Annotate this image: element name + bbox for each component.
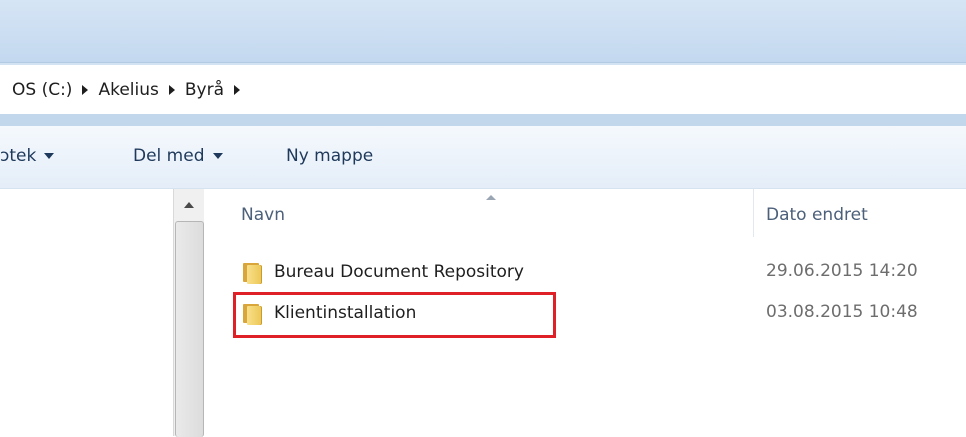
share-with-button[interactable]: Del med [133, 146, 223, 166]
column-header-name[interactable]: Navn [241, 205, 285, 225]
chevron-down-icon [212, 153, 223, 159]
column-header-date[interactable]: Dato endret [766, 205, 868, 225]
breadcrumb-arrow-icon[interactable] [168, 85, 175, 95]
navigation-pane [0, 189, 175, 436]
sort-ascending-icon [486, 195, 496, 200]
arrow-up-icon [184, 202, 194, 208]
breadcrumb-item-byra[interactable]: Byrå [185, 80, 230, 100]
file-name: Bureau Document Repository [274, 262, 524, 282]
breadcrumb[interactable]: OS (C:) Akelius Byrå [0, 65, 966, 116]
breadcrumb-arrow-icon[interactable] [234, 85, 240, 95]
window-title-bar [0, 0, 966, 62]
breadcrumb-item-drive[interactable]: OS (C:) [0, 80, 78, 100]
file-date: 29.06.2015 14:20 [766, 261, 918, 281]
new-folder-label: Ny mappe [286, 146, 374, 166]
folder-icon [240, 260, 264, 284]
file-date: 03.08.2015 10:48 [766, 302, 918, 322]
breadcrumb-item-akelius[interactable]: Akelius [98, 80, 164, 100]
breadcrumb-arrow-icon[interactable] [82, 85, 89, 95]
library-menu-label: ɔtek [0, 146, 37, 166]
library-menu-button[interactable]: ɔtek [0, 146, 55, 166]
command-toolbar: ɔtek Del med Ny mappe [0, 126, 966, 189]
address-toolbar-divider [0, 114, 966, 126]
new-folder-button[interactable]: Ny mappe [286, 146, 373, 166]
scroll-thumb[interactable] [175, 221, 204, 437]
chevron-down-icon [44, 153, 55, 159]
highlight-box [233, 292, 556, 338]
column-divider[interactable] [753, 189, 754, 237]
list-item[interactable]: Bureau Document Repository [240, 257, 524, 287]
navigation-scrollbar[interactable] [173, 189, 205, 437]
scroll-up-button[interactable] [174, 193, 204, 217]
address-bar: OS (C:) Akelius Byrå [0, 62, 966, 116]
share-with-label: Del med [133, 146, 205, 166]
